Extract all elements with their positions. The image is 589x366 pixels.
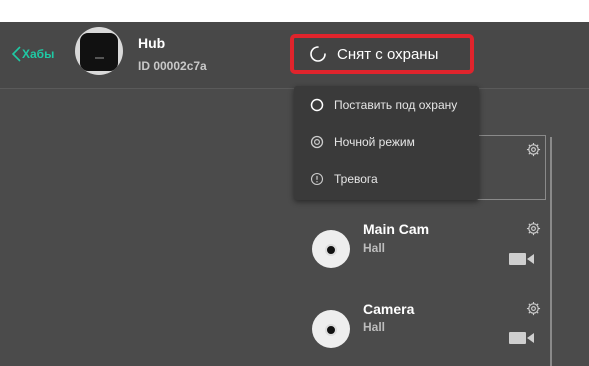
- alarm-icon: [310, 172, 324, 186]
- hub-header: Хабы Hub ID 00002c7a Снят с охраны: [0, 22, 589, 89]
- chevron-left-icon: [11, 46, 21, 62]
- hub-device-image: [80, 33, 118, 71]
- device-name: Main Cam: [363, 221, 430, 237]
- camera-avatar: [312, 230, 350, 268]
- security-status-label: Снят с охраны: [337, 45, 439, 63]
- gear-icon[interactable]: [526, 142, 541, 157]
- loading-spinner-icon: [310, 46, 326, 62]
- hub-name: Hub: [138, 35, 166, 51]
- back-label: Хабы: [22, 47, 55, 61]
- menu-item-label: Тревога: [334, 172, 378, 186]
- camera-lens: [325, 324, 337, 336]
- gear-icon[interactable]: [526, 221, 541, 236]
- hub-id: ID 00002c7a: [138, 59, 207, 73]
- hub-screen: Хабы Hub ID 00002c7a Снят с охраны Main …: [0, 22, 589, 366]
- menu-item-alarm[interactable]: Тревога: [310, 172, 378, 186]
- device-room: Hall: [363, 241, 386, 255]
- scrollbar[interactable]: [550, 137, 552, 366]
- menu-item-label: Ночной режим: [334, 135, 415, 149]
- camera-avatar: [312, 310, 350, 348]
- security-status-button[interactable]: Снят с охраны: [290, 34, 474, 74]
- menu-item-night-mode[interactable]: Ночной режим: [310, 135, 415, 149]
- hub-avatar: [75, 27, 123, 75]
- device-room: Hall: [363, 320, 386, 334]
- gear-icon[interactable]: [526, 301, 541, 316]
- video-camera-icon[interactable]: [509, 251, 535, 267]
- night-mode-icon: [310, 135, 324, 149]
- menu-item-label: Поставить под охрану: [334, 98, 458, 112]
- video-camera-icon[interactable]: [509, 330, 535, 346]
- back-to-hubs-button[interactable]: Хабы: [10, 44, 54, 64]
- camera-lens: [325, 244, 337, 256]
- ring-icon: [310, 98, 324, 112]
- hub-logo-mark: [95, 57, 104, 59]
- security-mode-dropdown: Поставить под охрану Ночной режим Тревог…: [294, 86, 479, 200]
- device-name: Camera: [363, 301, 415, 317]
- menu-item-arm[interactable]: Поставить под охрану: [310, 98, 457, 112]
